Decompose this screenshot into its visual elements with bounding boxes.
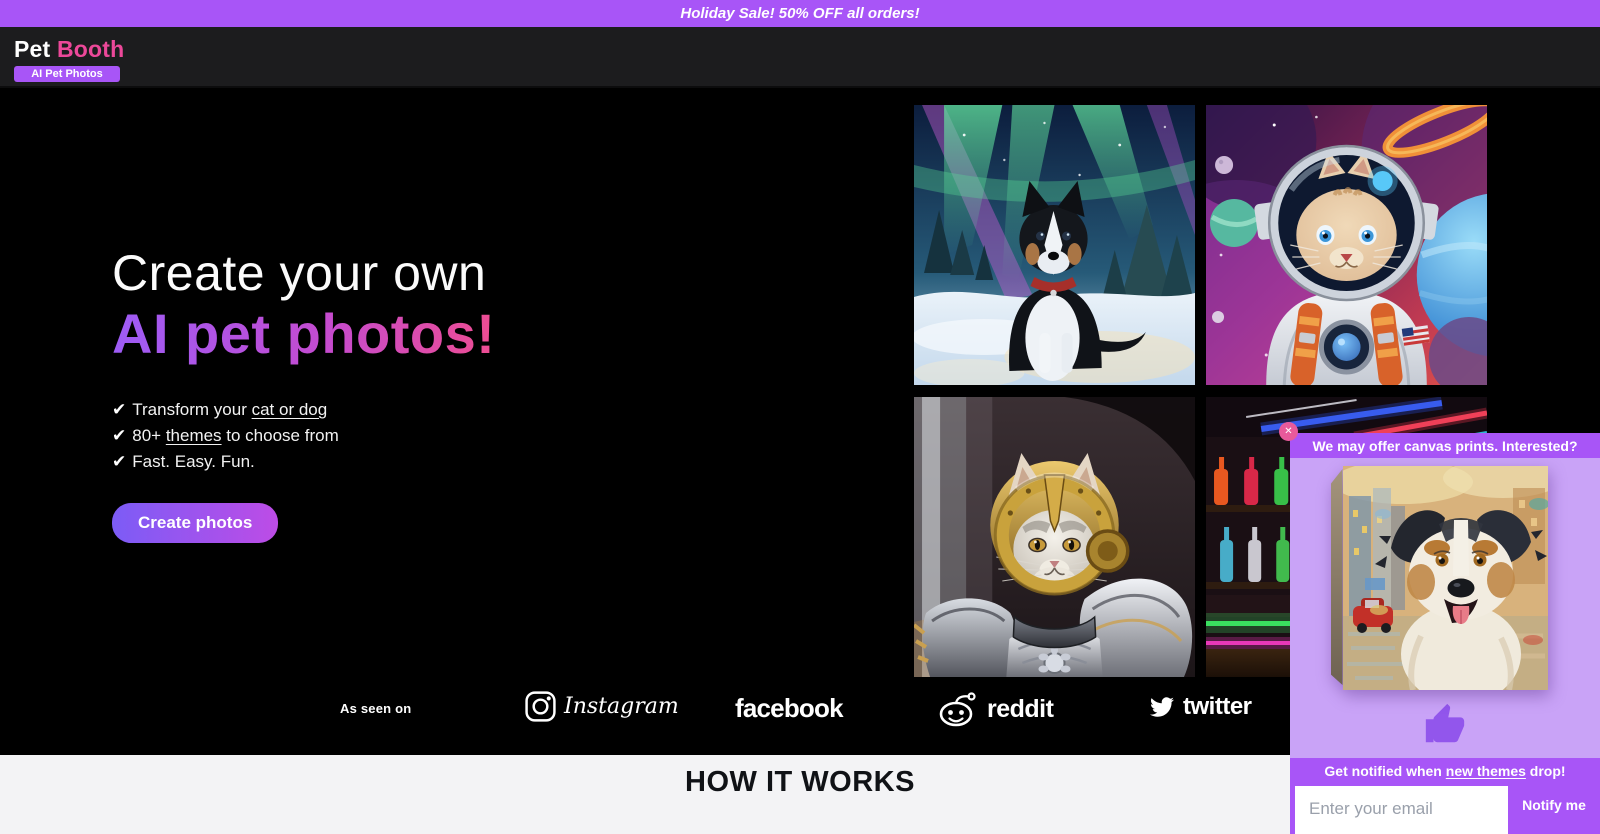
twitter-bird-icon <box>1148 695 1176 719</box>
create-photos-button[interactable]: Create photos <box>112 503 278 543</box>
brand-name: Pet Booth <box>14 36 124 63</box>
hero-title-line1: Create your own <box>112 244 495 302</box>
hero-copy: Create your own AI pet photos! ✔ Transfor… <box>112 244 495 543</box>
email-input[interactable] <box>1295 786 1508 834</box>
instagram-logo: Instagram <box>524 690 679 723</box>
reddit-wordmark: reddit <box>987 695 1053 724</box>
facebook-logo: facebook <box>735 693 843 724</box>
popup-footer: Get notified when new themes drop! Notif… <box>1290 758 1600 834</box>
twitter-wordmark: twitter <box>1183 693 1252 721</box>
notify-text-prefix: Get notified when <box>1324 763 1445 779</box>
check-icon: ✔ <box>112 400 126 419</box>
email-signup-row: Notify me <box>1290 786 1600 834</box>
reddit-icon <box>936 691 980 727</box>
canvas-print-preview <box>1343 466 1548 690</box>
feature-item: ✔ 80+ themes to choose from <box>112 423 495 449</box>
feature-link-cat-or-dog[interactable]: cat or dog <box>252 400 328 419</box>
dog-painting-canvas <box>1343 466 1548 690</box>
instagram-wordmark: Instagram <box>564 694 679 719</box>
check-icon: ✔ <box>112 452 126 471</box>
notify-text: Get notified when new themes drop! <box>1290 758 1600 779</box>
canvas-prints-popup: ✕ We may offer canvas prints. Interested… <box>1290 433 1600 834</box>
hero-image-aurora-dog <box>914 105 1195 385</box>
promo-banner: Holiday Sale! 50% OFF all orders! <box>0 0 1600 27</box>
hero-image-knight-cat <box>914 397 1195 677</box>
site-header: Pet Booth AI Pet Photos <box>0 27 1600 88</box>
twitter-logo: twitter <box>1148 693 1252 721</box>
check-icon: ✔ <box>112 426 126 445</box>
facebook-wordmark: facebook <box>735 693 843 724</box>
popup-header-text: We may offer canvas prints. Interested? <box>1290 433 1600 458</box>
popup-close-button[interactable]: ✕ <box>1279 422 1298 441</box>
notify-me-button[interactable]: Notify me <box>1508 786 1600 834</box>
brand-logo[interactable]: Pet Booth AI Pet Photos <box>14 36 124 82</box>
notify-text-suffix: drop! <box>1526 763 1566 779</box>
brand-first: Pet <box>14 36 50 62</box>
feature-text: Transform your <box>132 400 251 419</box>
feature-item: ✔ Transform your cat or dog <box>112 397 495 423</box>
new-themes-text: new themes <box>1446 763 1526 779</box>
feature-list: ✔ Transform your cat or dog ✔ 80+ themes t… <box>112 397 495 475</box>
promo-banner-text: Holiday Sale! 50% OFF all orders! <box>680 5 919 22</box>
feature-link-themes[interactable]: themes <box>166 426 222 445</box>
brand-second: Booth <box>57 36 124 62</box>
hero-image-astronaut-cat <box>1206 105 1487 385</box>
landing-page: Holiday Sale! 50% OFF all orders! Pet Bo… <box>0 0 1600 834</box>
as-seen-on-label: As seen on <box>340 701 411 716</box>
feature-text: 80+ <box>132 426 166 445</box>
thumbs-up-icon <box>1422 702 1468 748</box>
brand-badge: AI Pet Photos <box>14 66 120 82</box>
feature-text: Fast. Easy. Fun. <box>132 452 255 471</box>
feature-text: to choose from <box>222 426 339 445</box>
popup-body <box>1290 458 1600 758</box>
hero-title-line2: AI pet photos! <box>112 302 495 366</box>
reddit-logo: reddit <box>936 691 1053 727</box>
instagram-icon <box>524 690 557 723</box>
canvas-edge <box>1331 469 1343 685</box>
feature-item: ✔ Fast. Easy. Fun. <box>112 449 495 475</box>
